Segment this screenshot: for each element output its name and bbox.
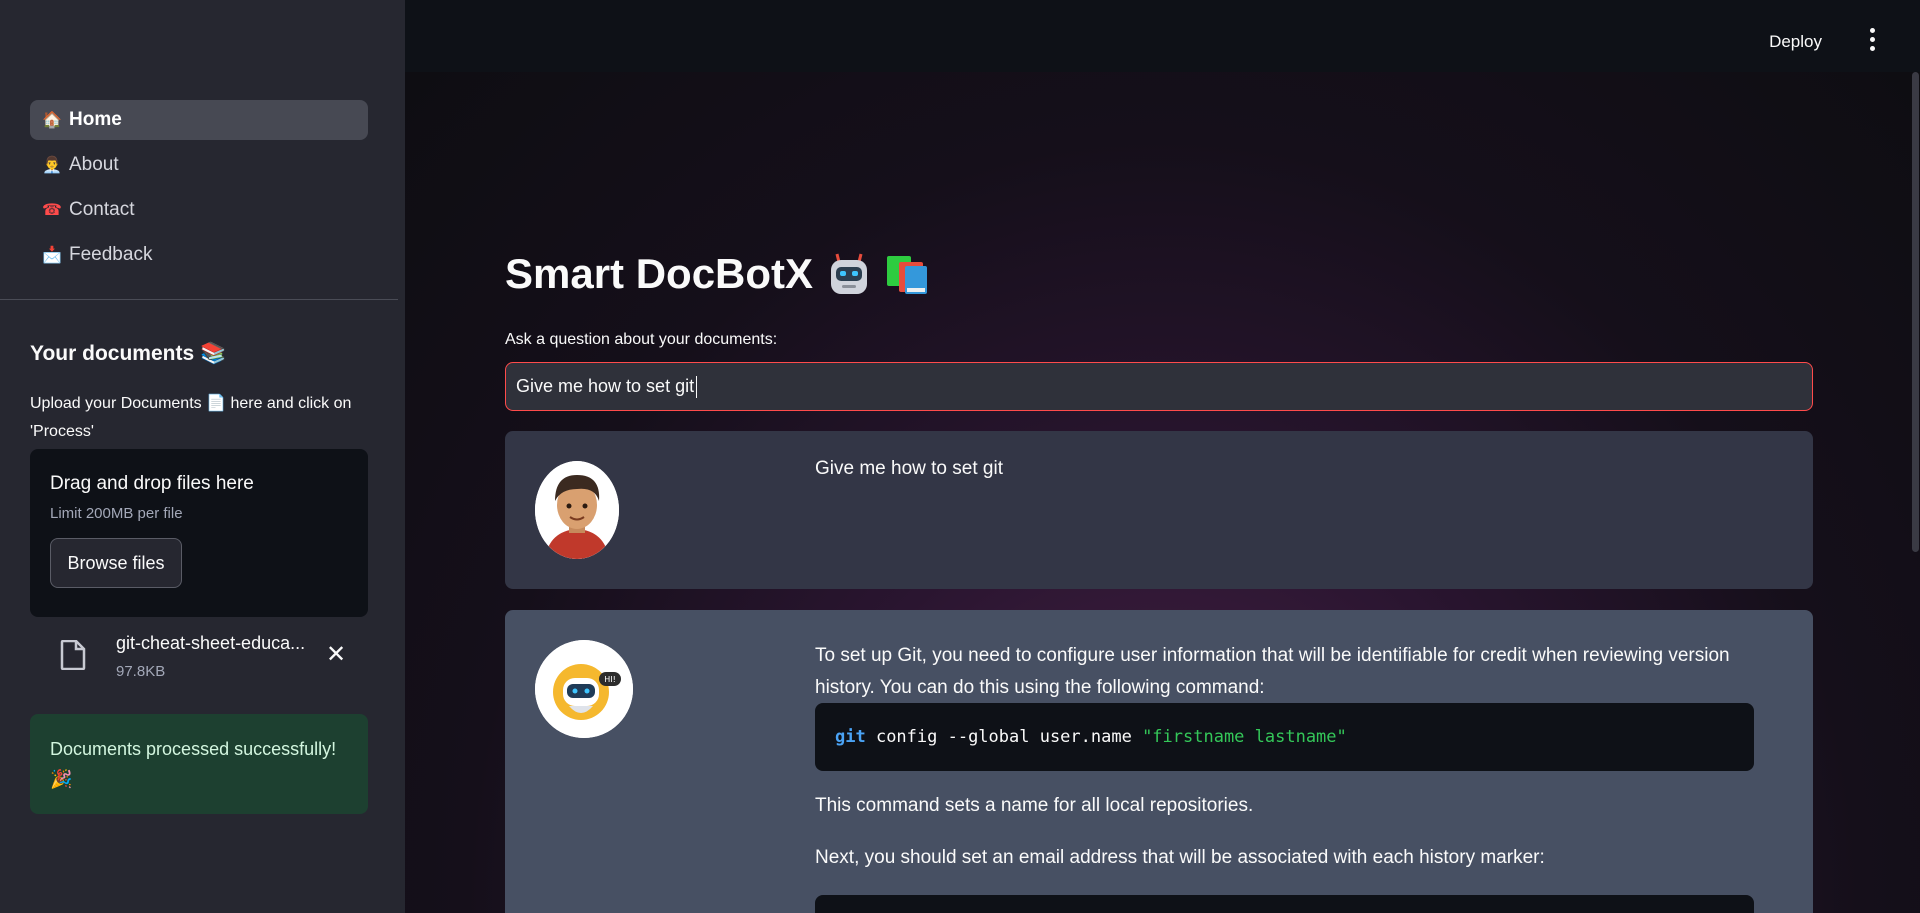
sidebar-nav: 🏠 Home 👨‍💼 About ☎ Contact 📩 Feedback (30, 100, 368, 280)
nav-label: About (69, 154, 119, 175)
nav-label: Home (69, 109, 122, 130)
uploaded-file: git-cheat-sheet-educa... 97.8KB ✕ (30, 630, 368, 682)
books-icon (885, 252, 931, 296)
phone-icon: ☎ (42, 202, 62, 219)
file-name: git-cheat-sheet-educa... (116, 633, 306, 653)
docs-title: Your documents 📚 (30, 342, 227, 365)
browse-files-button[interactable]: Browse files (50, 538, 182, 588)
nav-label: Feedback (69, 244, 153, 265)
code-keyword: git (835, 727, 866, 747)
nav-label: Contact (69, 199, 135, 220)
bot-message: HI! To set up Git, you need to configure… (505, 610, 1813, 913)
bot-paragraph-3: Next, you should set an email address th… (815, 847, 1545, 868)
close-icon[interactable]: ✕ (326, 640, 346, 669)
file-icon (60, 639, 86, 675)
file-uploader-dropzone[interactable]: Drag and drop files here Limit 200MB per… (30, 449, 368, 617)
page-title-text: Smart DocBotX (505, 250, 814, 297)
file-size: 97.8KB (116, 663, 166, 680)
scrollbar[interactable] (1912, 72, 1919, 552)
sidebar-divider (0, 299, 398, 300)
house-icon: 🏠 (42, 112, 62, 129)
user-avatar (535, 461, 619, 559)
user-message-text: Give me how to set git (815, 458, 1003, 479)
page-title: Smart DocBotX (505, 250, 931, 298)
uploader-limit: Limit 200MB per file (50, 505, 183, 522)
success-alert: Documents processed successfully! 🎉 (30, 714, 368, 814)
code-string: "firstname lastname" (1142, 727, 1347, 747)
sidebar: 🏠 Home 👨‍💼 About ☎ Contact 📩 Feedback Yo… (0, 0, 405, 913)
code-text: config --global user.name (865, 727, 1143, 747)
top-header: Deploy (405, 0, 1920, 72)
uploader-title: Drag and drop files here (50, 473, 254, 494)
question-input-value: Give me how to set git (516, 376, 695, 396)
nav-item-feedback[interactable]: 📩 Feedback (30, 235, 368, 275)
user-message: Give me how to set git (505, 431, 1813, 589)
kebab-menu-icon[interactable] (1870, 28, 1875, 51)
nav-item-about[interactable]: 👨‍💼 About (30, 145, 368, 185)
code-block-2 (815, 895, 1754, 913)
question-input[interactable]: Give me how to set git (505, 362, 1813, 411)
bot-paragraph-1: To set up Git, you need to configure use… (815, 645, 1730, 698)
deploy-button[interactable]: Deploy (1769, 32, 1822, 52)
nav-item-home[interactable]: 🏠 Home (30, 100, 368, 140)
text-caret (696, 375, 698, 398)
nav-item-contact[interactable]: ☎ Contact (30, 190, 368, 230)
code-block-1: git config --global user.name "firstname… (815, 703, 1754, 771)
envelope-icon: 📩 (42, 247, 62, 264)
person-icon: 👨‍💼 (42, 157, 62, 174)
bot-paragraph-2: This command sets a name for all local r… (815, 795, 1254, 816)
question-label: Ask a question about your documents: (505, 331, 778, 348)
docs-description: Upload your Documents 📄 here and click o… (30, 395, 352, 440)
bot-avatar: HI! (535, 640, 633, 738)
robot-icon (827, 252, 871, 296)
svg-text:HI!: HI! (604, 675, 616, 684)
